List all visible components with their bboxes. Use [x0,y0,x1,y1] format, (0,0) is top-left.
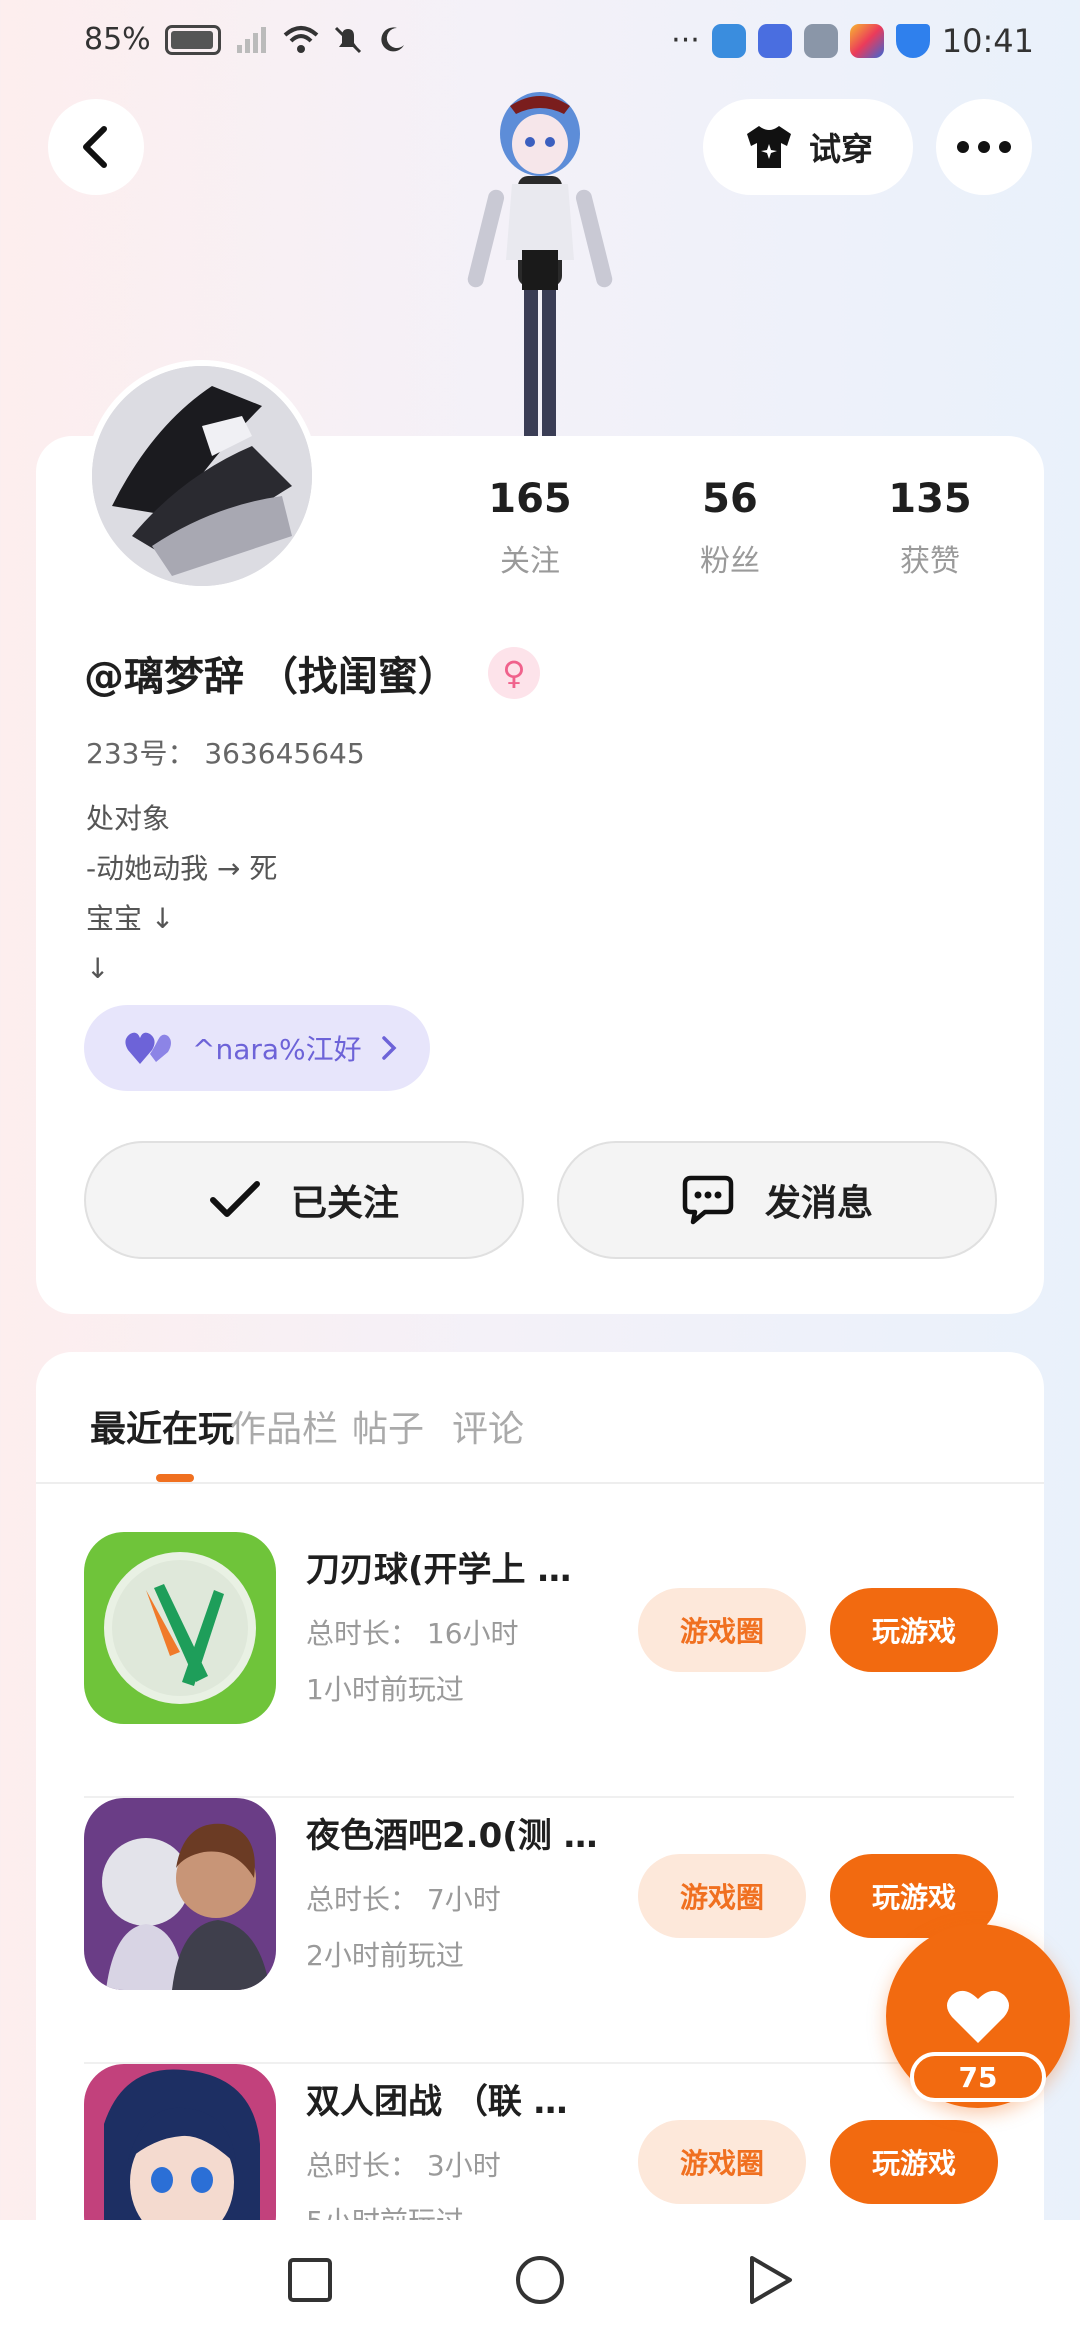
tab-posts[interactable]: 帖子 [352,1400,424,1452]
try-on-button[interactable]: 试穿 [703,99,913,195]
stat-label: 获赞 [900,544,960,579]
moon-icon [381,26,404,51]
ellipsis-icon [957,141,1011,153]
like-count-badge: 75 [910,2052,1046,2102]
game-play-duration: 总时长： 3小时 [306,2149,501,2182]
stat-following[interactable]: 165 关注 [430,476,630,580]
double-heart-icon [125,1032,171,1064]
game-play-duration: 总时长： 16小时 [306,1617,519,1650]
system-nav-bar [0,2220,1080,2340]
bio: 处对象 -动她动我 → 死 宝宝 ↓ ↓ [86,794,277,994]
game-last-played: 1小时前玩过 [306,1673,464,1706]
bio-line: ↓ [86,952,110,985]
play-game-button[interactable]: 玩游戏 [830,2120,998,2204]
game-circle-button[interactable]: 游戏圈 [638,1588,806,1672]
bio-line: -动她动我 → 死 [86,852,278,885]
chevron-left-icon [83,126,107,168]
signal-icon [236,26,266,53]
stats-row: 165 关注 56 粉丝 135 获赞 [430,476,1030,580]
circle-icon [516,2256,564,2304]
games-card: 最近在玩 作品栏 帖子 评论 刀刃球(开学上 … 总时长： 16小时 1小时前玩… [36,1352,1044,2340]
stat-value: 135 [888,476,972,522]
female-gender-icon: ♀ [487,647,540,699]
stat-followers[interactable]: 56 粉丝 [630,476,830,580]
stat-label: 关注 [500,544,560,579]
clock: 10:41 [941,22,1034,60]
knife-ball-game-icon[interactable] [84,1532,276,1724]
home-button[interactable] [510,2250,570,2310]
back-nav-button[interactable] [740,2250,800,2310]
game-row[interactable]: 夜色酒吧2.0(测 … 总时长： 7小时 2小时前玩过 游戏圈 玩游戏 [84,1798,1014,2064]
cp-chip-label: ^nara%江好 [192,1033,362,1066]
game-last-played: 2小时前玩过 [306,1939,464,1972]
night-bar-game-icon[interactable] [84,1798,276,1990]
bio-line: 处对象 [86,802,171,835]
photo-app-icon [849,24,884,58]
play-game-button[interactable]: 玩游戏 [830,1588,998,1672]
username: @璃梦辞 （找闺蜜） [84,654,458,700]
chat-bubble-icon [682,1175,734,1225]
cp-relationship-chip[interactable]: ^nara%江好 [84,1005,430,1091]
stat-label: 粉丝 [700,544,760,579]
avatar[interactable] [86,360,318,592]
try-on-label: 试穿 [808,130,873,168]
stat-value: 165 [488,476,572,522]
wifi-icon [283,25,319,53]
more-notifications-icon: ··· [671,23,700,58]
stat-likes[interactable]: 135 获赞 [830,476,1030,580]
mute-bell-icon [334,26,361,53]
heart-icon [947,1990,1009,2043]
bio-line: 宝宝 ↓ [86,902,175,935]
game-title: 双人团战 （联 … [306,2082,568,2122]
trash-app-icon [803,24,838,58]
game-title: 夜色酒吧2.0(测 … [306,1816,598,1856]
tab-works[interactable]: 作品栏 [230,1400,338,1452]
user-id: 233号： 363645645 [86,737,365,770]
stat-value: 56 [702,476,758,522]
more-options-button[interactable] [936,99,1032,195]
tab-comments[interactable]: 评论 [452,1400,524,1452]
status-bar: 85% ··· 10:41 [0,0,1080,84]
back-button[interactable] [48,99,144,195]
tab-recently-played[interactable]: 最近在玩 [90,1400,234,1452]
tab-active-indicator [156,1474,194,1482]
battery-percent: 85% [84,22,151,57]
battery-icon [164,24,221,55]
game-play-duration: 总时长： 7小时 [306,1883,501,1916]
game-circle-button[interactable]: 游戏圈 [638,2120,806,2204]
send-message-button[interactable]: 发消息 [557,1141,997,1259]
game-circle-button[interactable]: 游戏圈 [638,1854,806,1938]
checkmark-icon [209,1181,260,1217]
shirt-icon [746,126,791,168]
following-button-label: 已关注 [290,1183,399,1224]
following-button[interactable]: 已关注 [84,1141,524,1259]
music-app-icon [757,24,792,58]
game-row[interactable]: 刀刃球(开学上 … 总时长： 16小时 1小时前玩过 游戏圈 玩游戏 [84,1532,1014,1798]
chevron-right-icon [381,1036,397,1060]
shield-app-icon [895,24,930,58]
square-icon [288,2258,332,2302]
cloud-app-icon [711,24,746,58]
avatar-3d-figure[interactable] [440,80,640,440]
username-row: @璃梦辞 （找闺蜜） ♀ [84,644,540,702]
triangle-back-icon [750,2256,792,2304]
recent-apps-button[interactable] [280,2250,340,2310]
profile-tabs: 最近在玩 作品栏 帖子 评论 [36,1352,1044,1484]
send-message-label: 发消息 [764,1183,873,1224]
game-title: 刀刃球(开学上 … [306,1550,572,1590]
